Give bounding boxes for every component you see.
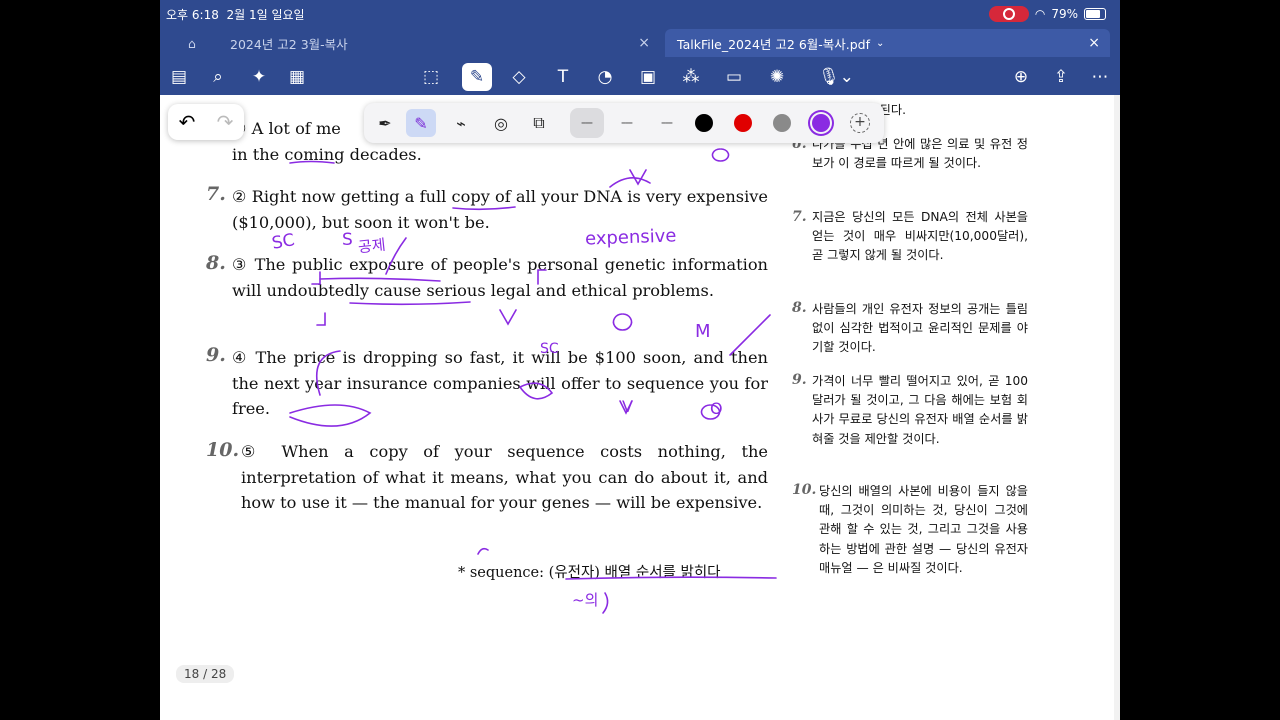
color-purple-swatch[interactable] — [812, 114, 830, 132]
tab-bar: ⌂ 2024년 고2 3월-복사 × TalkFile_2024년 고2 6월-… — [160, 29, 1120, 57]
laser-pointer-icon[interactable]: ✺ — [764, 64, 790, 90]
shapes-icon[interactable]: ⧉ — [524, 109, 554, 137]
add-color-icon[interactable]: + — [850, 113, 870, 133]
status-time: 오후 6:18 2월 1일 일요일 — [166, 8, 305, 22]
ink-label-SC: SC — [270, 230, 297, 254]
ink-underline — [319, 277, 441, 282]
undo-redo-control: ↶ ↷ — [168, 104, 244, 140]
ink-label-M: M — [695, 321, 711, 342]
ink-label-V: V — [622, 397, 633, 416]
pen-toolbar: ✒ ✎ ⌁ ◎ ⧉ ━━━ ━━━ ━━━ + — [364, 103, 884, 143]
ink-bracket — [537, 269, 547, 285]
sticky-note-icon[interactable]: ▭ — [721, 64, 747, 90]
ink-label-SC-2: SC — [540, 341, 559, 357]
ink-underline — [452, 206, 516, 211]
ink-circle — [519, 382, 554, 400]
tab-document-2-active[interactable]: TalkFile_2024년 고2 6월-복사.pdf ⌄ × — [665, 29, 1110, 57]
microphone-icon[interactable]: 🎙︎⌄ — [816, 64, 856, 90]
main-toolbar: ▤ ⌕ ✦ ▦ ⬚ ✎ ◇ T ◔ ▣ ⁂ ▭ ✺ 🎙︎⌄ ⊕ ⇪ ⋯ — [160, 60, 1120, 94]
text-icon[interactable]: T — [550, 64, 576, 90]
app-header: 오후 6:18 2월 1일 일요일 ◠ 79% ⌂ 2024년 고2 3월-복사… — [160, 0, 1120, 95]
ink-bracket — [316, 312, 326, 326]
share-icon[interactable]: ⇪ — [1048, 64, 1074, 90]
eraser-icon[interactable]: ◇ — [506, 64, 532, 90]
status-indicators: ◠ 79% — [988, 6, 1106, 22]
color-black-swatch[interactable] — [695, 114, 713, 132]
undo-icon[interactable]: ↶ — [179, 110, 196, 134]
shape-icon[interactable]: ◔ — [592, 64, 618, 90]
ink-label-O: O — [710, 399, 723, 418]
fountain-pen-icon[interactable]: ✒ — [370, 109, 400, 137]
screen-recording-icon[interactable] — [988, 6, 1029, 22]
ink-circle — [289, 404, 372, 427]
ink-circle — [612, 313, 633, 331]
battery-icon — [1084, 8, 1106, 20]
ink-arrow — [385, 237, 407, 275]
close-tab-icon[interactable]: × — [638, 35, 650, 51]
ink-tick — [499, 309, 517, 326]
home-tab-icon[interactable]: ⌂ — [182, 29, 202, 57]
more-icon[interactable]: ⋯ — [1087, 64, 1113, 90]
stroke-size-2[interactable]: ━━━ — [610, 108, 644, 138]
ink-underline — [565, 576, 777, 580]
brush-icon[interactable]: ⌁ — [446, 109, 476, 137]
ink-slash — [729, 314, 771, 356]
pen-icon[interactable]: ✎ — [462, 63, 492, 91]
color-red-swatch[interactable] — [734, 114, 752, 132]
page-icon[interactable]: ▦ — [284, 64, 310, 90]
ink-bracket — [311, 271, 321, 285]
wifi-icon: ◠ — [1034, 7, 1046, 21]
chevron-down-icon[interactable]: ⌄ — [876, 38, 884, 49]
battery-percent: 79% — [1051, 7, 1078, 21]
highlighter-icon[interactable]: ✎ — [406, 109, 436, 137]
pdf-page[interactable]: ① A lot of me in the coming decades. 7. … — [160, 95, 1120, 720]
ink-mark — [609, 177, 651, 188]
ink-underline — [289, 160, 335, 164]
lasso-shape-icon[interactable]: ◎ — [486, 109, 516, 137]
ink-circle — [711, 148, 730, 162]
image-icon[interactable]: ▣ — [635, 64, 661, 90]
ink-arrow — [316, 350, 341, 396]
color-gray-swatch[interactable] — [773, 114, 791, 132]
tab-label: 2024년 고2 3월-복사 — [230, 36, 348, 52]
stroke-size-3[interactable]: ━━━ — [650, 108, 684, 138]
handwriting-annotations[interactable] — [160, 95, 1120, 720]
ink-tick — [629, 169, 647, 186]
ai-sparkle-icon[interactable]: ✦ — [246, 64, 272, 90]
ink-underline — [349, 301, 471, 306]
tab-label: TalkFile_2024년 고2 6월-복사.pdf — [677, 36, 871, 52]
ink-label-expensive: expensive — [584, 225, 677, 250]
lasso-icon[interactable]: ⬚ — [418, 64, 444, 90]
redo-icon[interactable]: ↷ — [217, 110, 234, 134]
stroke-size-1[interactable]: ━━━ — [570, 108, 604, 138]
elements-icon[interactable]: ⁂ — [678, 64, 704, 90]
ink-squiggle — [602, 592, 609, 614]
app-screen: 오후 6:18 2월 1일 일요일 ◠ 79% ⌂ 2024년 고2 3월-복사… — [160, 0, 1120, 720]
sidebar-icon[interactable]: ▤ — [166, 64, 192, 90]
ink-arrow — [477, 547, 489, 555]
ink-label-S: S — [342, 230, 353, 250]
add-page-icon[interactable]: ⊕ — [1008, 64, 1034, 90]
tab-document-1[interactable]: 2024년 고2 3월-복사 × — [200, 29, 660, 57]
search-icon[interactable]: ⌕ — [205, 64, 231, 90]
close-tab-icon[interactable]: × — [1088, 35, 1100, 51]
ink-label-ui: ~의 — [572, 591, 599, 609]
ink-label-gongje: 공제 — [357, 235, 387, 257]
